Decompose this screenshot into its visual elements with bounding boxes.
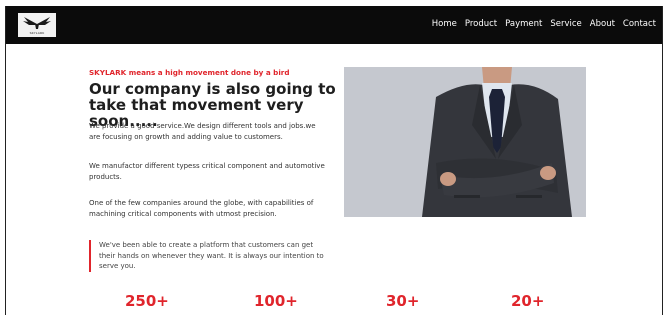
nav-payment-link[interactable]: Payment	[505, 19, 542, 29]
bird-logo-icon	[23, 16, 51, 29]
businessman-photo	[344, 67, 586, 217]
hero-tagline: SKYLARK means a high movement done by a …	[89, 68, 290, 77]
nav-about-link[interactable]: About	[590, 19, 615, 29]
stat-value: 100+	[254, 292, 298, 310]
stat-value: 20+	[511, 292, 545, 310]
stat-value: 30+	[386, 292, 420, 310]
capabilities-paragraph: One of the few companies around the glob…	[89, 199, 314, 218]
businessman-illustration	[344, 67, 586, 217]
products-paragraph: We manufactor different typess critical …	[89, 162, 325, 181]
page-frame: SKYLARK Home Product Payment Service Abo…	[5, 6, 663, 315]
hero-section: SKYLARK means a high movement done by a …	[6, 44, 662, 315]
logo-wordmark: SKYLARK	[29, 30, 45, 35]
stats-row: 250+ 100+ 30+ 20+	[6, 292, 662, 315]
stat-value: 250+	[125, 292, 169, 310]
highlight-quote: We've been able to create a platform tha…	[89, 240, 329, 272]
nav-service-link[interactable]: Service	[550, 19, 581, 29]
intro-paragraph: We provide a good service.We design diff…	[89, 122, 316, 141]
top-navbar: SKYLARK Home Product Payment Service Abo…	[6, 6, 662, 44]
brand-logo[interactable]: SKYLARK	[18, 13, 56, 37]
nav-home-link[interactable]: Home	[432, 19, 457, 29]
nav-contact-link[interactable]: Contact	[623, 19, 656, 29]
nav-menu: Home Product Payment Service About Conta…	[432, 19, 656, 29]
nav-product-link[interactable]: Product	[465, 19, 497, 29]
